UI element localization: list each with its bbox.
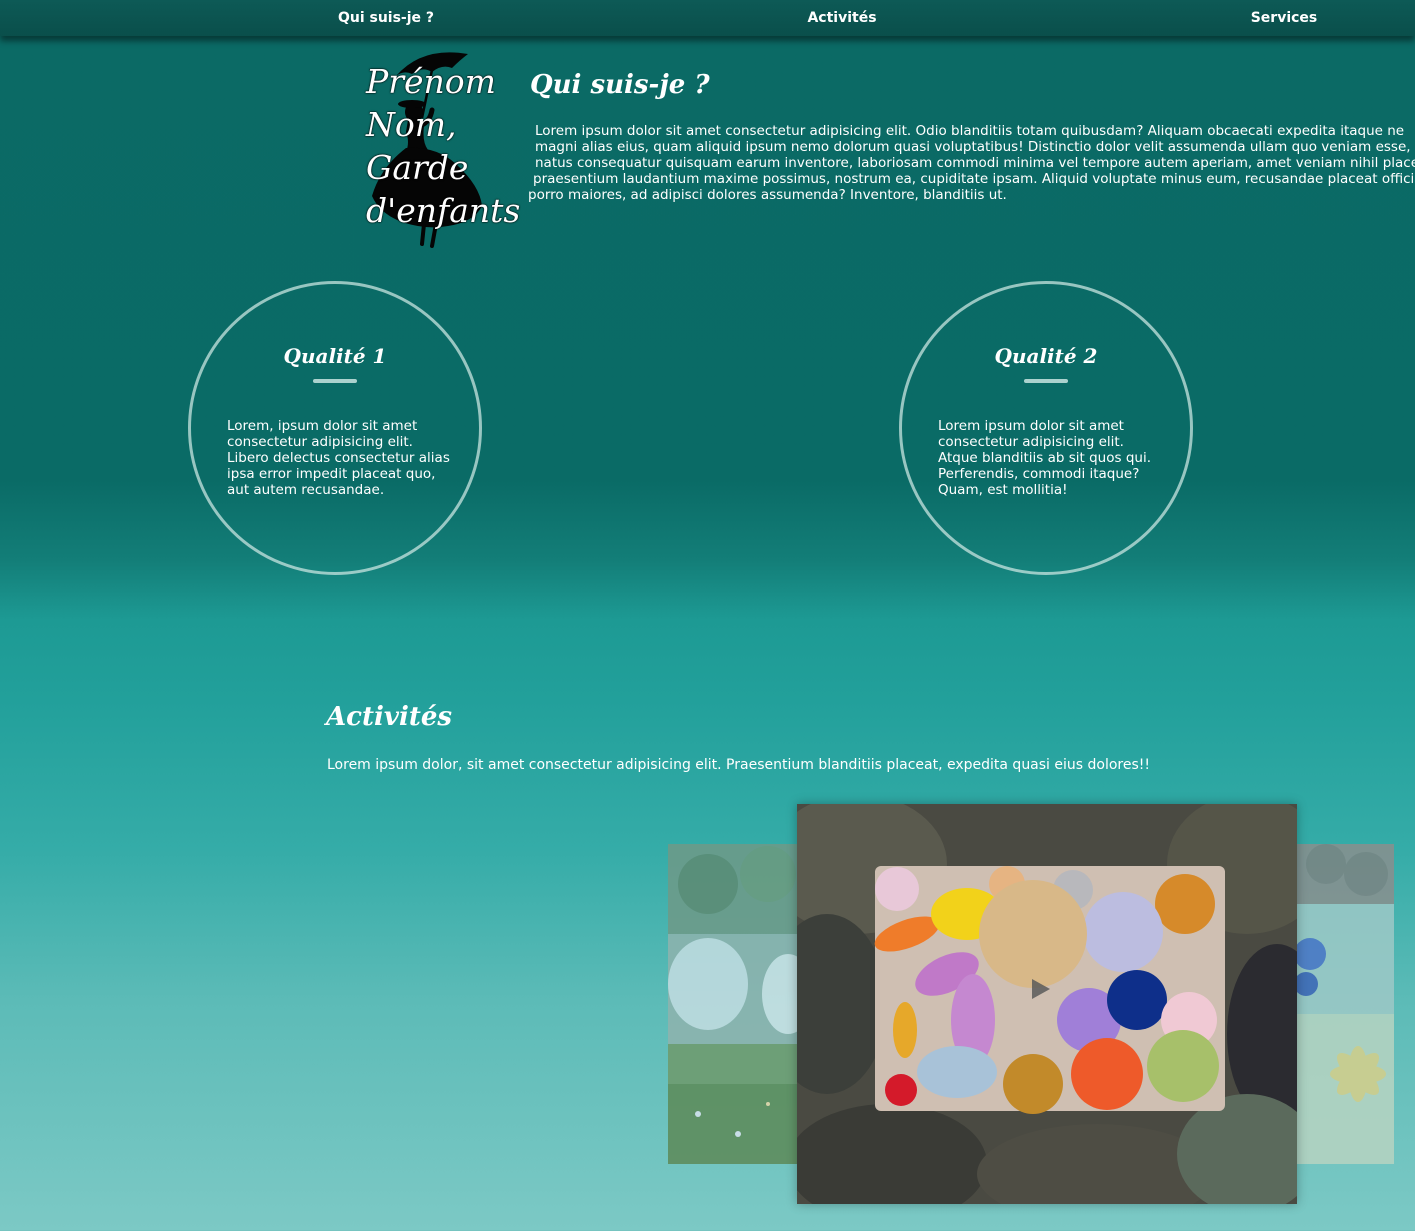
quality-line: Lorem, ipsum dolor sit amet <box>227 418 418 434</box>
about-paragraph: Lorem ipsum dolor sit amet consectetur a… <box>528 123 1415 203</box>
activities-title: Activités <box>326 702 453 732</box>
quality-title: Qualité 1 <box>283 344 387 368</box>
nav-link-activites[interactable]: Activités <box>807 10 876 26</box>
carousel-slide-next[interactable] <box>1296 844 1394 1164</box>
logo-line: Garde <box>366 148 469 187</box>
carousel-slide-previous[interactable] <box>668 844 798 1164</box>
logo-line: Prénom <box>366 62 496 101</box>
quality-line: Lorem ipsum dolor sit amet <box>938 418 1124 434</box>
logo-line: d'enfants <box>366 191 521 230</box>
activities-text: Lorem ipsum dolor, sit amet consectetur … <box>327 757 1151 773</box>
logo-line: Nom, <box>366 105 457 144</box>
nav-link-services[interactable]: Services <box>1251 10 1318 26</box>
about-line: magni alias eius, quam aliquid ipsum nem… <box>535 139 1415 155</box>
about-title: Qui suis-je ? <box>530 70 710 100</box>
logo: Prénom Nom, Garde d'enfants <box>362 46 520 248</box>
quality-line: Libero delectus consectetur alias <box>227 450 450 466</box>
quality-divider <box>313 379 357 383</box>
quality-divider <box>1024 379 1068 383</box>
carousel-slide-current[interactable] <box>797 804 1297 1204</box>
top-nav: Qui suis-je ? Activités Services <box>0 0 1415 36</box>
quality-line: ipsa error impedit placeat quo, <box>227 466 436 482</box>
about-line: porro maiores, ad adipisci dolores assum… <box>528 187 1007 203</box>
play-icon[interactable] <box>1032 979 1050 999</box>
logo-text: Prénom Nom, Garde d'enfants <box>366 60 520 232</box>
quality-card-2: Qualité 2 Lorem ipsum dolor sit amet con… <box>899 281 1193 575</box>
quality-line: aut autem recusandae. <box>227 482 385 498</box>
about-line: praesentium laudantium maxime possimus, … <box>533 171 1415 187</box>
about-line: natus consequatur quisquam earum invento… <box>535 155 1415 171</box>
quality-card-1: Qualité 1 Lorem, ipsum dolor sit amet co… <box>188 281 482 575</box>
quality-text: Lorem ipsum dolor sit amet consectetur a… <box>938 418 1178 498</box>
quality-title: Qualité 2 <box>994 344 1098 368</box>
quality-text: Lorem, ipsum dolor sit amet consectetur … <box>227 418 467 498</box>
about-line: Lorem ipsum dolor sit amet consectetur a… <box>535 123 1405 139</box>
quality-line: Atque blanditiis ab sit quos qui. <box>938 450 1151 466</box>
quality-line: Quam, est mollitia! <box>938 482 1068 498</box>
quality-line: consectetur adipisicing elit. <box>227 434 413 450</box>
quality-line: Perferendis, commodi itaque? <box>938 466 1140 482</box>
quality-line: consectetur adipisicing elit. <box>938 434 1124 450</box>
nav-link-qui-suis-je[interactable]: Qui suis-je ? <box>338 10 434 26</box>
